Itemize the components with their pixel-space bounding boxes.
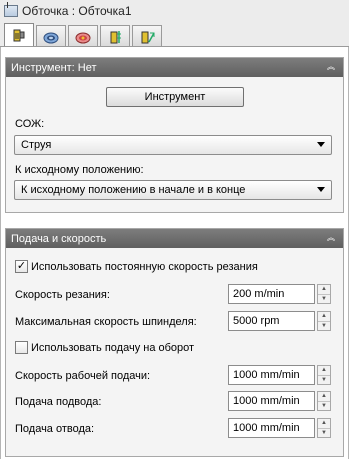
lead-out-feed-stepper[interactable]: ▲ ▼ — [317, 418, 331, 438]
tab-heights[interactable] — [100, 25, 130, 47]
coolant-select-value: Струя — [21, 139, 52, 151]
title-bar: Обточка : Обточка1 — [0, 0, 349, 22]
spin-up-icon[interactable]: ▲ — [318, 366, 330, 375]
checkbox-checked-icon[interactable]: ✓ — [15, 260, 28, 273]
checkbox-unchecked-icon[interactable] — [15, 341, 28, 354]
spin-down-icon[interactable]: ▼ — [318, 320, 330, 331]
home-position-select[interactable]: К исходному положению в начале и в конце — [14, 180, 332, 200]
lead-in-feed-value: 1000 mm/min — [233, 395, 300, 407]
spin-down-icon[interactable]: ▼ — [318, 400, 330, 411]
spin-down-icon[interactable]: ▼ — [318, 293, 330, 304]
spin-up-icon[interactable]: ▲ — [318, 285, 330, 294]
window-icon — [4, 2, 18, 17]
spin-up-icon[interactable]: ▲ — [318, 392, 330, 401]
cutting-feed-input[interactable]: 1000 mm/min — [228, 365, 315, 385]
tool-group-header[interactable]: Инструмент: Нет ︽ — [6, 58, 343, 77]
tab-geometry[interactable] — [68, 25, 98, 47]
cutting-feed-label: Скорость рабочей подачи: — [15, 370, 151, 382]
cutting-speed-input[interactable]: 200 m/min — [228, 284, 315, 304]
spin-down-icon[interactable]: ▼ — [318, 374, 330, 385]
collapse-icon[interactable]: ︽ — [325, 231, 337, 245]
home-position-select-value: К исходному положению в начале и в конце — [21, 184, 246, 196]
cutting-speed-label: Скорость резания: — [15, 289, 110, 301]
feed-per-rev-label: Использовать подачу на оборот — [31, 341, 195, 354]
lead-in-feed-label: Подача подвода: — [15, 396, 102, 408]
spin-up-icon[interactable]: ▲ — [318, 312, 330, 321]
feed-speed-group-title: Подача и скорость — [11, 232, 107, 245]
window-title: Обточка : Обточка1 — [22, 4, 132, 18]
tab-passes[interactable] — [132, 25, 162, 47]
heights-icon — [110, 30, 121, 43]
max-spindle-speed-stepper[interactable]: ▲ ▼ — [317, 311, 331, 331]
lead-out-feed-label: Подача отвода: — [15, 423, 95, 435]
tab-content: Инструмент: Нет ︽ Инструмент СОЖ: Струя … — [0, 47, 349, 459]
spin-down-icon[interactable]: ▼ — [318, 427, 330, 438]
constant-speed-label: Использовать постоянную скорость резания — [31, 260, 258, 273]
lead-in-feed-input[interactable]: 1000 mm/min — [228, 391, 315, 411]
feed-per-rev-checkbox[interactable]: Использовать подачу на оборот — [15, 341, 194, 354]
coolant-icon — [43, 32, 59, 43]
tool-icon — [13, 29, 25, 41]
lead-out-feed-input[interactable]: 1000 mm/min — [228, 418, 315, 438]
collapse-icon[interactable]: ︽ — [325, 60, 337, 74]
feed-speed-group-header[interactable]: Подача и скорость ︽ — [6, 229, 343, 248]
coolant-label: СОЖ: — [15, 118, 45, 130]
tool-button[interactable]: Инструмент — [106, 87, 244, 107]
passes-icon — [141, 31, 155, 43]
max-spindle-speed-value: 5000 rpm — [233, 315, 280, 327]
cutting-feed-value: 1000 mm/min — [233, 369, 300, 381]
cutting-speed-stepper[interactable]: ▲ ▼ — [317, 284, 331, 304]
tab-tool[interactable] — [4, 23, 34, 47]
tab-coolant[interactable] — [36, 25, 66, 47]
home-position-label: К исходному положению: — [15, 164, 144, 176]
geometry-icon — [75, 32, 91, 43]
tab-strip — [4, 23, 164, 47]
constant-speed-checkbox[interactable]: ✓ Использовать постоянную скорость резан… — [15, 260, 258, 273]
tool-group-title: Инструмент: Нет — [11, 61, 97, 74]
max-spindle-speed-input[interactable]: 5000 rpm — [228, 311, 315, 331]
coolant-select[interactable]: Струя — [14, 135, 332, 155]
cutting-feed-stepper[interactable]: ▲ ▼ — [317, 365, 331, 385]
tool-group: Инструмент: Нет ︽ Инструмент СОЖ: Струя … — [5, 57, 344, 213]
cutting-speed-value: 200 m/min — [233, 288, 285, 300]
feed-speed-group: Подача и скорость ︽ ✓ Использовать посто… — [5, 228, 344, 457]
lead-in-feed-stepper[interactable]: ▲ ▼ — [317, 391, 331, 411]
chevron-down-icon — [317, 187, 325, 192]
spin-up-icon[interactable]: ▲ — [318, 419, 330, 428]
lead-out-feed-value: 1000 mm/min — [233, 422, 300, 434]
chevron-down-icon — [317, 142, 325, 147]
max-spindle-speed-label: Максимальная скорость шпинделя: — [15, 316, 197, 328]
